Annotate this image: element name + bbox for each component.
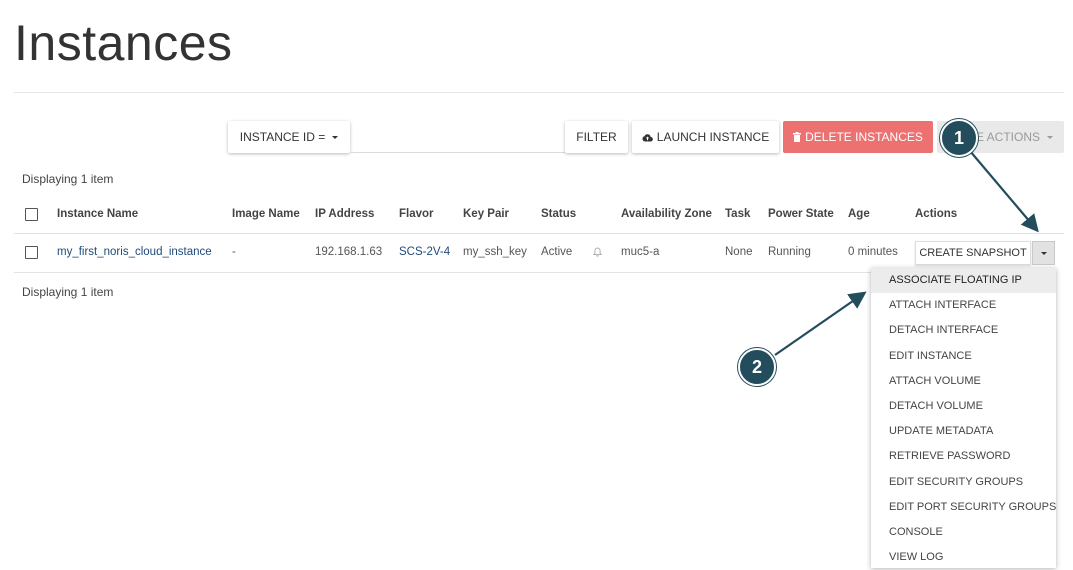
menu-item-view-log[interactable]: VIEW LOG [871,545,1056,570]
caret-down-icon [332,135,339,139]
flavor-link[interactable]: SCS-2V-4 [399,246,450,258]
menu-item-detach-volume[interactable]: DETACH VOLUME [871,394,1056,419]
annotation-badge-2: 2 [738,348,776,386]
header-availability-zone[interactable]: Availability Zone [621,208,712,220]
header-status[interactable]: Status [541,208,576,220]
page-title: Instances [14,15,233,71]
launch-instance-button[interactable]: LAUNCH INSTANCE [632,121,779,153]
create-snapshot-button[interactable]: CREATE SNAPSHOT [915,241,1031,265]
header-power-state[interactable]: Power State [768,208,834,220]
delete-instances-label: DELETE INSTANCES [805,130,923,144]
menu-item-update-metadata[interactable]: UPDATE METADATA [871,419,1056,444]
menu-item-edit-security-groups[interactable]: EDIT SECURITY GROUPS [871,470,1056,495]
filter-button[interactable]: FILTER [565,121,628,153]
select-all-checkbox[interactable] [25,208,38,221]
title-divider [14,92,1064,93]
header-flavor[interactable]: Flavor [399,208,434,220]
header-task[interactable]: Task [725,208,750,220]
age-cell: 0 minutes [848,246,898,258]
row-actions-menu: ASSOCIATE FLOATING IP ATTACH INTERFACE D… [871,268,1056,568]
header-divider [14,233,1064,234]
image-name-cell: - [232,246,236,258]
availability-zone-cell: muc5-a [621,246,660,258]
status-cell: Active [541,246,573,258]
header-ip-address[interactable]: IP Address [315,208,374,220]
menu-item-associate-floating-ip[interactable]: ASSOCIATE FLOATING IP [871,268,1056,294]
caret-down-icon [1040,251,1047,255]
launch-instance-label: LAUNCH INSTANCE [656,130,770,144]
header-actions: Actions [915,208,958,220]
menu-item-retrieve-password[interactable]: RETRIEVE PASSWORD [871,444,1056,469]
header-key-pair[interactable]: Key Pair [463,208,509,220]
power-state-cell: Running [768,246,811,258]
filter-field-label: INSTANCE ID = [239,130,326,144]
task-cell: None [725,246,753,258]
caret-down-icon [1047,135,1053,139]
annotation-arrow-2 [774,291,867,356]
bell-icon [592,247,603,260]
menu-item-detach-interface[interactable]: DETACH INTERFACE [871,318,1056,343]
menu-item-edit-instance[interactable]: EDIT INSTANCE [871,344,1056,369]
header-instance-name[interactable]: Instance Name [57,208,138,220]
menu-item-attach-volume[interactable]: ATTACH VOLUME [871,369,1056,394]
row-checkbox[interactable] [25,246,38,259]
key-pair-cell: my_ssh_key [463,246,527,258]
item-count-bottom: Displaying 1 item [22,285,114,299]
instance-name-link[interactable]: my_first_noris_cloud_instance [57,246,212,258]
row-actions-dropdown-toggle[interactable] [1032,241,1055,265]
header-image-name[interactable]: Image Name [232,208,300,220]
menu-item-console[interactable]: CONSOLE [871,520,1056,545]
row-divider [14,272,871,273]
annotation-badge-1: 1 [940,119,978,157]
menu-item-attach-interface[interactable]: ATTACH INTERFACE [871,293,1056,318]
header-age[interactable]: Age [848,208,870,220]
trash-icon [793,132,802,142]
annotation-arrow-1 [969,150,1039,233]
filter-field-dropdown[interactable]: INSTANCE ID = [228,121,350,153]
filter-input[interactable] [350,152,565,153]
ip-address-cell: 192.168.1.63 [315,246,383,258]
item-count-top: Displaying 1 item [22,172,114,186]
delete-instances-button[interactable]: DELETE INSTANCES [783,121,933,153]
cloud-upload-icon [642,133,653,142]
menu-item-edit-port-security-groups[interactable]: EDIT PORT SECURITY GROUPS [871,495,1056,520]
